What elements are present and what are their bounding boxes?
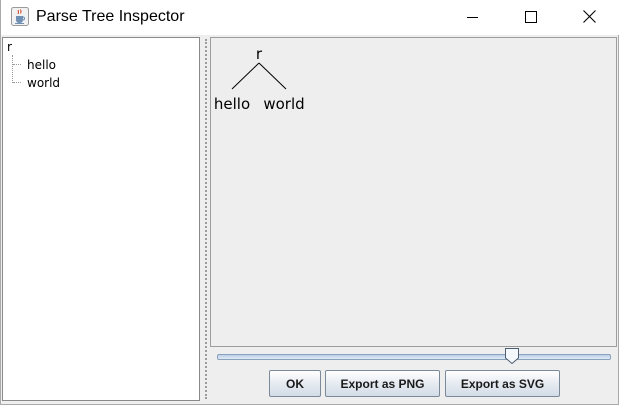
- parse-tree-inspector-window: Parse Tree Inspector r hello world r hel…: [0, 0, 619, 405]
- close-button[interactable]: [560, 0, 618, 33]
- close-icon: [582, 10, 596, 23]
- tree-node-hello[interactable]: hello: [27, 58, 56, 72]
- parse-tree-canvas[interactable]: r hello world: [210, 37, 617, 347]
- tree-node-root[interactable]: r: [7, 40, 12, 54]
- export-svg-button[interactable]: Export as SVG: [445, 370, 560, 397]
- tree-view-panel[interactable]: r hello world: [2, 37, 200, 401]
- parse-tree-drawing: r hello world: [214, 45, 305, 113]
- zoom-slider[interactable]: [217, 347, 611, 365]
- parse-node-world: world: [263, 95, 304, 113]
- maximize-icon: [525, 10, 537, 23]
- divider-grip: [205, 39, 208, 399]
- tree-node-world[interactable]: world: [27, 76, 60, 90]
- tree-connector: [13, 64, 21, 65]
- slider-thumb[interactable]: [505, 348, 519, 364]
- maximize-button[interactable]: [502, 0, 560, 33]
- java-cup-icon: [11, 7, 29, 26]
- split-pane-divider[interactable]: [202, 37, 209, 403]
- export-png-button[interactable]: Export as PNG: [325, 370, 440, 397]
- window-title: Parse Tree Inspector: [36, 8, 185, 25]
- slider-track[interactable]: [217, 354, 611, 360]
- tree-connector: [12, 55, 13, 83]
- parse-node-root: r: [256, 45, 263, 63]
- title-bar[interactable]: Parse Tree Inspector: [1, 0, 619, 35]
- tree-edge-left: [231, 62, 260, 90]
- tree-edge-right: [258, 62, 287, 90]
- tree-connector: [13, 82, 21, 83]
- ok-button[interactable]: OK: [269, 370, 321, 397]
- minimize-icon: [467, 16, 478, 18]
- minimize-button[interactable]: [444, 0, 502, 33]
- parse-node-hello: hello: [214, 95, 250, 113]
